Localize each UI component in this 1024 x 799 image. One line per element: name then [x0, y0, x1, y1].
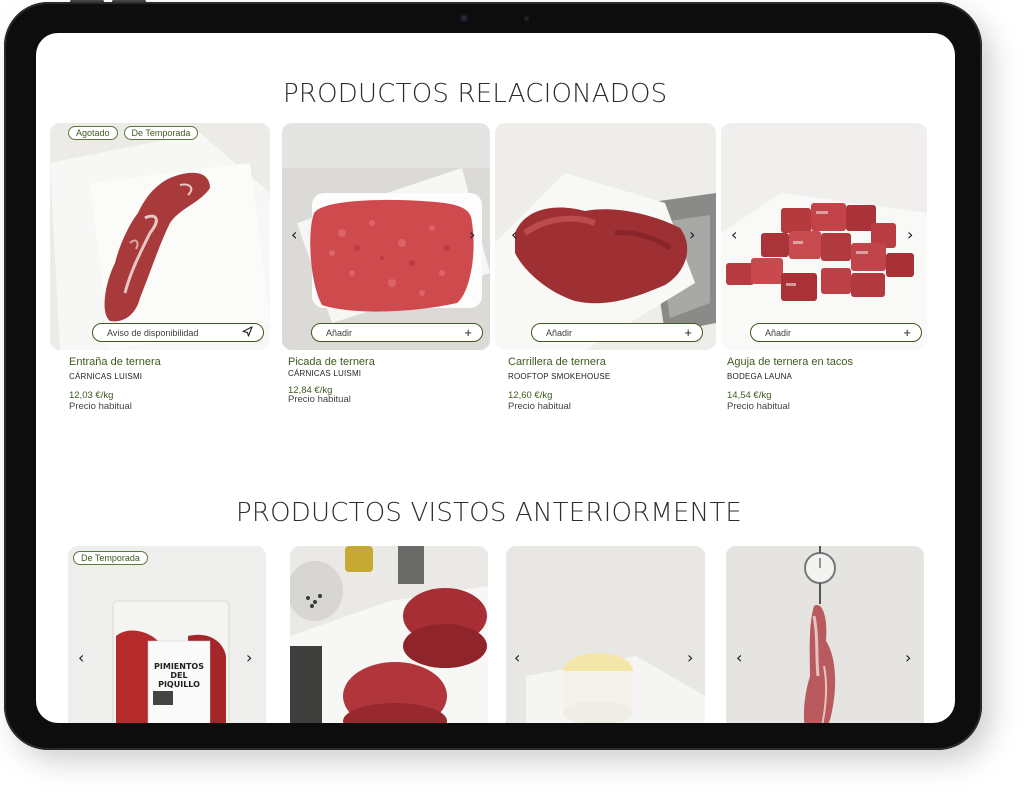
availability-alert-button[interactable]: Aviso de disponibilidad — [92, 323, 264, 342]
product-price: 12,03 €/kg — [69, 390, 114, 401]
button-label: Aviso de disponibilidad — [107, 327, 199, 338]
chevron-right-icon[interactable]: › — [246, 648, 252, 667]
section-title-viewed: PRODUCTOS VISTOS ANTERIORMENTE — [236, 498, 743, 528]
price-note: Precio habitual — [508, 401, 571, 412]
product-name[interactable]: Aguja de ternera en tacos — [727, 356, 853, 368]
price-note: Precio habitual — [727, 401, 790, 412]
screen: PRODUCTOS RELACIONADOS Agotado De Tempor… — [36, 33, 955, 723]
product-brand[interactable]: BODEGA LAUNA — [727, 372, 792, 381]
plus-icon: + — [464, 325, 472, 340]
product-name[interactable]: Carrillera de ternera — [508, 356, 606, 368]
product-card-image[interactable]: Agotado De Temporada Aviso de disponibil… — [50, 123, 270, 350]
chevron-right-icon[interactable]: › — [469, 225, 475, 244]
product-card-image[interactable]: ‹ › Añadir + — [721, 123, 927, 350]
viewed-product-image[interactable] — [290, 546, 488, 723]
button-label: Añadir — [546, 327, 573, 338]
sensor — [524, 16, 529, 21]
product-price: 14,54 €/kg — [727, 390, 772, 401]
product-brand[interactable]: CÁRNICAS LUISMI — [69, 372, 142, 381]
plus-icon: + — [684, 325, 692, 340]
status-badge: Agotado — [68, 126, 118, 140]
send-icon — [242, 325, 253, 340]
chevron-right-icon[interactable]: › — [687, 648, 693, 667]
viewed-product-image[interactable]: ‹ › — [506, 546, 705, 723]
product-brand[interactable]: ROOFTOP SMOKEHOUSE — [508, 372, 610, 381]
button-label: Añadir — [326, 327, 353, 338]
badge-group: De Temporada — [73, 551, 148, 565]
price-note: Precio habitual — [288, 394, 351, 405]
viewed-product-image[interactable]: ‹ › — [726, 546, 924, 723]
chevron-left-icon[interactable]: ‹ — [514, 648, 520, 667]
add-to-cart-button[interactable]: Añadir + — [311, 323, 483, 342]
chevron-left-icon[interactable]: ‹ — [731, 225, 737, 244]
product-name[interactable]: Picada de ternera — [288, 356, 375, 368]
section-title-related: PRODUCTOS RELACIONADOS — [283, 79, 668, 109]
package-label: DEL PIQUILLO — [158, 671, 200, 689]
product-card-image[interactable]: ‹ › Añadir + — [282, 123, 490, 350]
chevron-right-icon[interactable]: › — [907, 225, 913, 244]
season-badge: De Temporada — [123, 126, 199, 140]
add-to-cart-button[interactable]: Añadir + — [531, 323, 703, 342]
season-badge: De Temporada — [73, 551, 148, 565]
badge-group: Agotado De Temporada — [68, 126, 199, 140]
tablet-frame: PRODUCTOS RELACIONADOS Agotado De Tempor… — [4, 2, 982, 750]
viewed-product-image[interactable]: PIMIENTOS DEL PIQUILLO De Temporada ‹ › — [68, 546, 266, 723]
price-note: Precio habitual — [69, 401, 132, 412]
product-brand[interactable]: CÁRNICAS LUISMI — [288, 369, 361, 378]
product-name[interactable]: Entraña de ternera — [69, 356, 161, 368]
chevron-left-icon[interactable]: ‹ — [736, 648, 742, 667]
chevron-left-icon[interactable]: ‹ — [291, 225, 297, 244]
product-card-image[interactable]: ‹ › Añadir + — [495, 123, 716, 350]
chevron-right-icon[interactable]: › — [689, 225, 695, 244]
product-price: 12,60 €/kg — [508, 390, 553, 401]
camera — [459, 13, 469, 23]
add-to-cart-button[interactable]: Añadir + — [750, 323, 922, 342]
chevron-right-icon[interactable]: › — [905, 648, 911, 667]
plus-icon: + — [903, 325, 911, 340]
package-label: PIMIENTOS — [154, 662, 204, 671]
chevron-left-icon[interactable]: ‹ — [511, 225, 517, 244]
button-label: Añadir — [765, 327, 792, 338]
chevron-left-icon[interactable]: ‹ — [78, 648, 84, 667]
